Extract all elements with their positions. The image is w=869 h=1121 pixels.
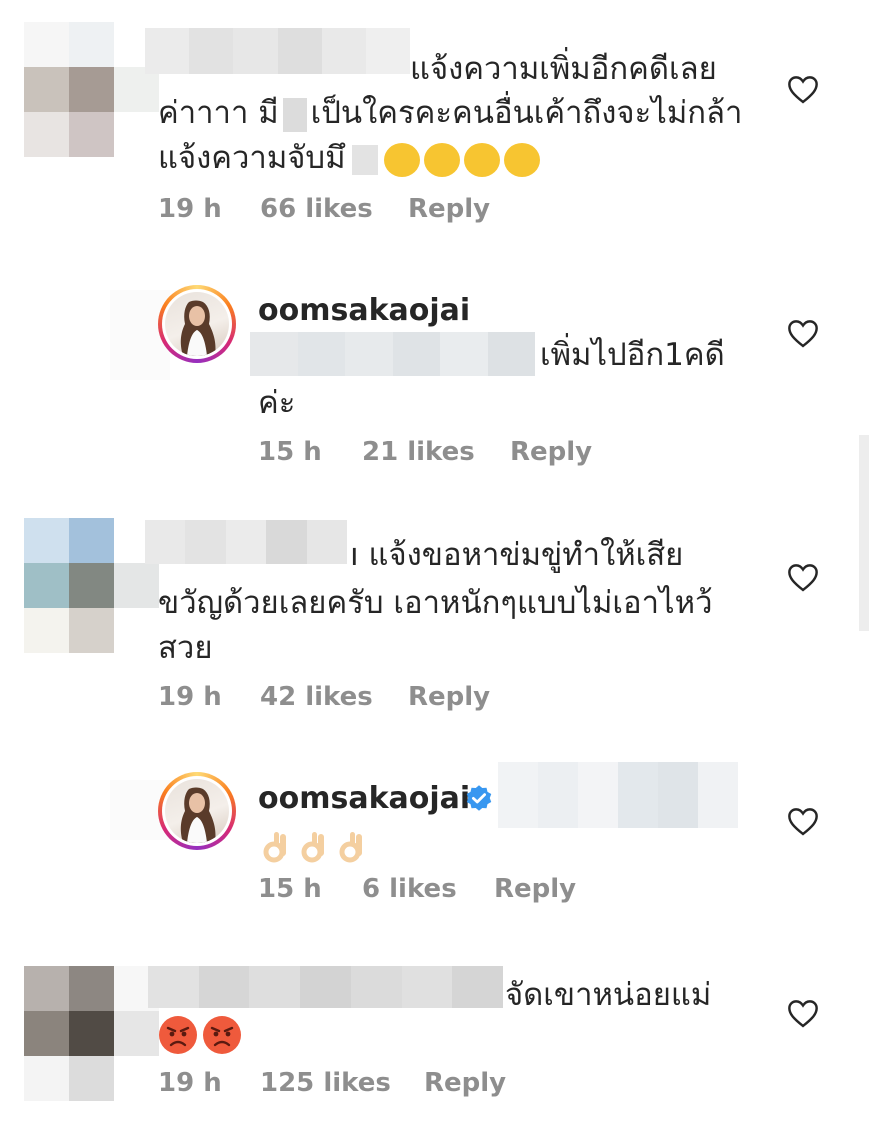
comment-text: เพิ่มไปอีก1คดี — [540, 337, 725, 373]
comment-text-part: ค่าาาา มี — [158, 95, 279, 131]
ok-hand-emoji — [263, 831, 286, 862]
comment-emojis — [158, 1010, 246, 1056]
laugh-cry-emoji — [463, 142, 500, 177]
comment-text: ค่ะ — [258, 385, 296, 421]
comment-time: 19 h — [158, 1068, 222, 1098]
angry-face-emoji — [159, 1015, 197, 1054]
reply-button[interactable]: Reply — [408, 682, 490, 712]
ok-hand-emoji — [339, 831, 362, 862]
avatar-story-ring[interactable] — [158, 772, 236, 850]
comment-text-part: เป็นใครคะคนอื่นเค้าถึงจะไม่กล้า — [310, 95, 743, 131]
username[interactable]: oomsakaojai — [258, 288, 470, 334]
comment-text: ı แจ้งขอหาข่มขู่ทำให้เสีย — [350, 532, 683, 578]
ok-hand-emoji — [301, 831, 324, 862]
censored-mention — [250, 332, 535, 376]
comment-text: ค่าาาา มี เป็นใครคะคนอื่นเค้าถึงจะไม่กล้า — [158, 90, 742, 136]
like-count[interactable]: 6 likes — [362, 874, 457, 904]
censored-username — [148, 966, 504, 1008]
reply-button[interactable]: Reply — [424, 1068, 506, 1098]
angry-face-emoji — [203, 1015, 241, 1054]
heart-outline-icon[interactable] — [786, 318, 820, 348]
comment-time: 15 h — [258, 437, 322, 467]
heart-outline-icon[interactable] — [786, 806, 820, 836]
heart-outline-icon[interactable] — [786, 74, 820, 104]
censored-username — [145, 28, 411, 74]
comment-text-part: แจ้งความจับมึ — [158, 140, 346, 176]
verified-badge-icon — [466, 785, 492, 811]
comment-text: จัดเขาหน่อยแม่ — [505, 977, 712, 1013]
comment-time: 19 h — [158, 194, 222, 224]
reply-button[interactable]: Reply — [408, 194, 490, 224]
reply-button[interactable]: Reply — [510, 437, 592, 467]
censored-mention — [498, 762, 738, 828]
avatar[interactable] — [24, 966, 159, 1101]
avatar — [162, 289, 232, 359]
comment-text-part: แจ้งขอหาข่มขู่ทำให้เสีย — [368, 537, 684, 573]
like-count[interactable]: 21 likes — [362, 437, 475, 467]
comment-emojis — [262, 822, 376, 868]
comment-time: 15 h — [258, 874, 322, 904]
comment-text-prefix: ı — [350, 537, 359, 573]
username[interactable]: oomsakaojai — [258, 776, 470, 822]
avatar — [162, 776, 232, 846]
reply-button[interactable]: Reply — [494, 874, 576, 904]
censored-word — [282, 97, 307, 132]
like-count[interactable]: 125 likes — [260, 1068, 391, 1098]
censored-username — [145, 520, 348, 564]
heart-outline-icon[interactable] — [786, 998, 820, 1028]
comment-text: ขวัญด้วยเลยครับ เอาหนักๆแบบไม่เอาไหว้ — [158, 585, 713, 621]
avatar[interactable] — [24, 518, 159, 653]
profile-photo — [165, 779, 229, 843]
like-count[interactable]: 42 likes — [260, 682, 373, 712]
heart-outline-icon[interactable] — [786, 562, 820, 592]
avatar[interactable] — [24, 22, 159, 157]
comment-time: 19 h — [158, 682, 222, 712]
scrollbar[interactable] — [859, 435, 869, 631]
laugh-cry-emoji — [383, 142, 420, 177]
comment-text: แจ้งความเพิ่มอีกคดีเลย — [410, 51, 717, 87]
profile-photo — [165, 292, 229, 356]
like-count[interactable]: 66 likes — [260, 194, 373, 224]
laugh-cry-emoji — [423, 142, 460, 177]
person-silhouette — [180, 787, 216, 843]
laugh-cry-emoji — [503, 142, 540, 177]
censored-word — [351, 144, 378, 175]
comment-text: สวย — [158, 630, 213, 666]
comment-text: แจ้งความจับมึ — [158, 135, 544, 181]
avatar-story-ring[interactable] — [158, 285, 236, 363]
person-silhouette — [180, 300, 216, 356]
